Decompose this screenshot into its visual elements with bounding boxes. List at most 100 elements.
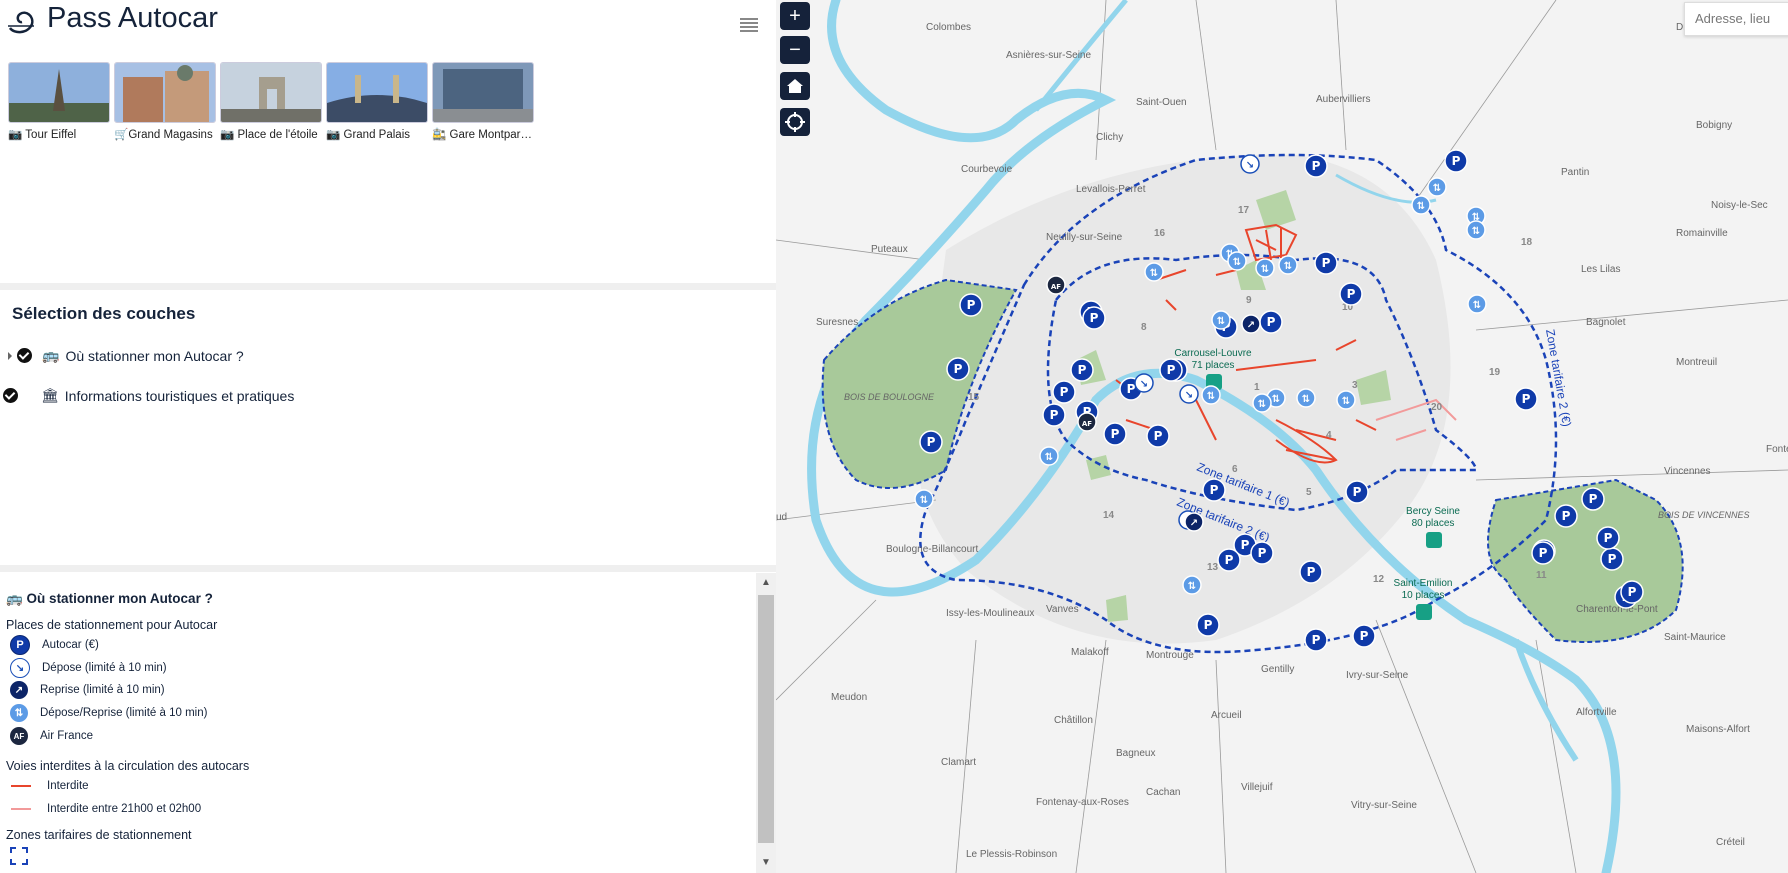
parking-marker[interactable]: P <box>1304 154 1328 178</box>
parking-marker[interactable]: P <box>1159 358 1183 382</box>
parking-marker[interactable]: P <box>1217 548 1241 572</box>
parking-marker[interactable]: P <box>1202 478 1226 502</box>
locate-icon <box>785 112 805 132</box>
thumbnail-card[interactable]: 🛒Grand Magasins <box>114 62 216 141</box>
home-button[interactable] <box>780 72 810 100</box>
parking-marker[interactable]: P <box>1345 480 1369 504</box>
pickup-marker[interactable]: ↗ <box>1241 314 1261 334</box>
thumbnail-card[interactable]: 📷 Place de l'étoile <box>220 62 322 141</box>
place-label: Puteaux <box>871 244 908 255</box>
pickup-marker[interactable]: ↗ <box>1184 512 1204 532</box>
legend-section-roads: Voies interdites à la circulation des au… <box>6 759 250 773</box>
parking-marker[interactable]: P <box>1082 306 1106 330</box>
expand-icon[interactable] <box>8 351 12 360</box>
marker-glyph: ⇅ <box>1258 399 1266 410</box>
dropoff-pickup-marker[interactable]: ⇅ <box>1211 310 1231 330</box>
marker-glyph: AF <box>1051 283 1061 291</box>
air-france-marker[interactable]: AF <box>1046 275 1066 295</box>
parking-marker[interactable]: P <box>1444 149 1468 173</box>
dropoff-pickup-marker[interactable]: ⇅ <box>1227 251 1247 271</box>
arrondissement-label: 5 <box>1306 487 1312 498</box>
thumbnail-card[interactable]: 🚉 Gare Montparnasse <box>432 62 534 141</box>
dropoff-pickup-marker[interactable]: ⇅ <box>1182 575 1202 595</box>
parking-marker[interactable]: P <box>1531 541 1555 565</box>
air-france-marker[interactable]: AF <box>1077 412 1097 432</box>
place-label: Villejuif <box>1241 782 1273 793</box>
legend-title: 🚌 Où stationner mon Autocar ? <box>6 591 213 606</box>
place-label: Pantin <box>1561 167 1589 178</box>
parking-marker[interactable]: P <box>1600 547 1624 571</box>
checkbox-checked-icon[interactable] <box>17 348 32 363</box>
dropoff-pickup-marker[interactable]: ⇅ <box>1255 258 1275 278</box>
dropoff-pickup-marker[interactable]: ⇅ <box>1466 220 1486 240</box>
map[interactable]: Colombes Asnières-sur-Seine Saint-Ouen Aube… <box>776 0 1788 873</box>
dropoff-marker[interactable]: ↘ <box>1134 373 1154 393</box>
search-input[interactable] <box>1685 3 1788 33</box>
parking-marker[interactable]: P <box>1596 526 1620 550</box>
marker-glyph: P <box>954 362 963 376</box>
parking-marker[interactable]: P <box>1514 387 1538 411</box>
parking-marker[interactable]: P <box>1042 403 1066 427</box>
parking-marker[interactable]: P <box>1554 504 1578 528</box>
marker-glyph: P <box>1090 311 1099 325</box>
parking-marker[interactable]: P <box>1299 560 1323 584</box>
thumbnail-card[interactable]: 📷 Grand Palais <box>326 62 428 141</box>
left-panel: Pass Autocar 📷 Tour Eiffel 🛒Grand Magasi… <box>0 0 776 873</box>
dropoff-pickup-marker[interactable]: ⇅ <box>1252 393 1272 413</box>
dropoff-pickup-marker[interactable]: ⇅ <box>1278 255 1298 275</box>
parking-marker[interactable]: P <box>919 430 943 454</box>
layer-parking[interactable]: 🚌 Où stationner mon Autocar ? <box>8 347 244 364</box>
dropoff-pickup-marker[interactable]: ⇅ <box>1039 446 1059 466</box>
parking-marker[interactable]: P <box>1103 422 1127 446</box>
parking-marker[interactable]: P <box>1581 487 1605 511</box>
scrollbar-thumb[interactable] <box>758 595 774 843</box>
scroll-down-icon[interactable]: ▼ <box>761 857 771 868</box>
dropoff-pickup-marker[interactable]: ⇅ <box>1467 294 1487 314</box>
parking-marker[interactable]: P <box>1052 380 1076 404</box>
marker-glyph: ⇅ <box>1045 452 1053 463</box>
parking-marker[interactable]: P <box>1352 624 1376 648</box>
locate-button[interactable] <box>780 108 810 136</box>
place-label: Bagneux <box>1116 748 1155 759</box>
dropoff-pickup-marker[interactable]: ⇅ <box>1427 177 1447 197</box>
dropoff-pickup-marker[interactable]: ⇅ <box>1296 388 1316 408</box>
dropoff-pickup-marker[interactable]: ⇅ <box>1144 262 1164 282</box>
layer-tourist-info[interactable]: 🏛 Informations touristiques et pratiques <box>3 387 294 404</box>
dropoff-pickup-marker[interactable]: ⇅ <box>1411 195 1431 215</box>
menu-icon[interactable] <box>740 18 758 34</box>
map-canvas[interactable]: Colombes Asnières-sur-Seine Saint-Ouen Aube… <box>776 0 1788 873</box>
parking-marker[interactable]: P <box>1314 251 1338 275</box>
zoom-out-button[interactable]: − <box>780 36 810 64</box>
dropoff-marker[interactable]: ↘ <box>1179 384 1199 404</box>
marker-glyph: ⇅ <box>1188 581 1196 592</box>
thumbnail-image <box>8 62 110 123</box>
zoom-in-button[interactable]: + <box>780 2 810 30</box>
dropoff-pickup-marker[interactable]: ⇅ <box>1201 385 1221 405</box>
parking-marker[interactable]: P <box>1304 628 1328 652</box>
pickup-icon: ↗ <box>10 681 28 699</box>
thumbnail-card[interactable]: 📷 Tour Eiffel <box>8 62 110 141</box>
parking-marker[interactable]: P <box>1250 541 1274 565</box>
marker-glyph: ⇅ <box>1217 316 1225 327</box>
parking-marker[interactable]: P <box>946 357 970 381</box>
legend-label: Interdite entre 21h00 et 02h00 <box>47 803 202 815</box>
place-label: Levallois-Perret <box>1076 184 1146 195</box>
legend-item-depose: ↘ Dépose (limité à 10 min) <box>10 658 167 678</box>
parking-marker[interactable]: P <box>1070 358 1094 382</box>
checkbox-checked-icon[interactable] <box>3 388 18 403</box>
dropoff-pickup-marker[interactable]: ⇅ <box>914 489 934 509</box>
scroll-up-icon[interactable]: ▲ <box>761 577 771 588</box>
dropoff-marker[interactable]: ↘ <box>1240 154 1260 174</box>
parking-marker[interactable]: P <box>959 293 983 317</box>
parking-marker[interactable]: P <box>1196 613 1220 637</box>
parking-marker[interactable]: P <box>1146 424 1170 448</box>
arrondissement-label: 9 <box>1246 295 1252 306</box>
parking-marker[interactable]: P <box>1339 282 1363 306</box>
parking-marker[interactable]: P <box>1620 580 1644 604</box>
marker-glyph: P <box>1241 538 1250 552</box>
dropoff-pickup-marker[interactable]: ⇅ <box>1336 390 1356 410</box>
parking-marker[interactable]: P <box>1259 310 1283 334</box>
legend-scrollbar[interactable]: ▲ ▼ <box>756 573 776 873</box>
address-search[interactable] <box>1684 2 1788 36</box>
monument-icon: 🏛 <box>41 387 59 403</box>
